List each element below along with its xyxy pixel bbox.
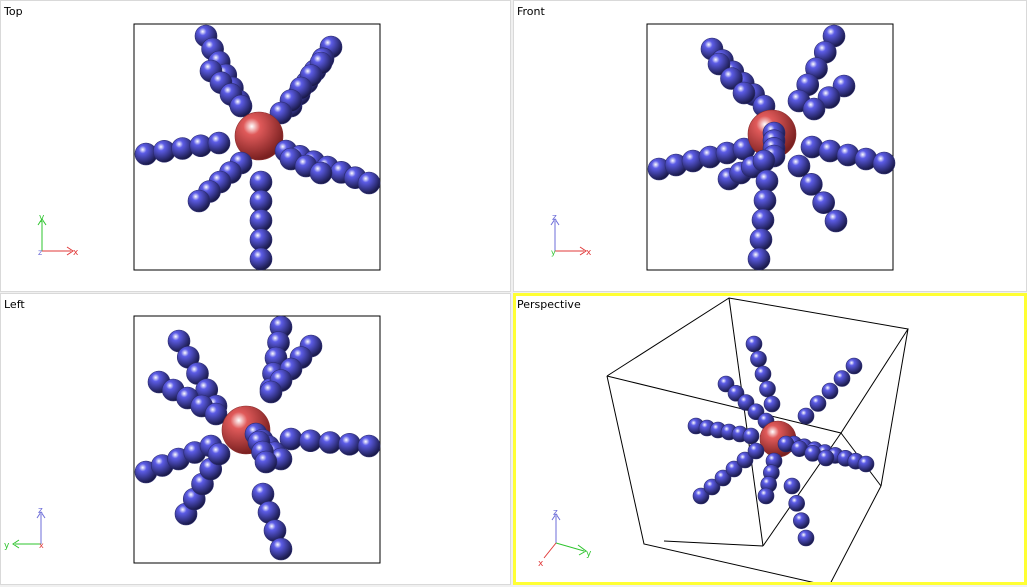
svg-text:z: z: [553, 508, 558, 518]
molecule: [647, 24, 896, 271]
viewport-top[interactable]: Top y x z: [0, 0, 511, 292]
svg-text:y: y: [4, 541, 10, 551]
atom: [787, 154, 811, 178]
axis-gizmo-icon: z x y: [550, 213, 592, 258]
atom: [338, 432, 361, 456]
svg-text:x: x: [39, 541, 44, 550]
svg-text:x: x: [586, 248, 592, 258]
viewport-perspective[interactable]: Perspective z y x: [513, 293, 1027, 585]
atom: [755, 169, 779, 193]
atom: [749, 228, 773, 251]
atom: [750, 350, 767, 368]
atom: [318, 431, 342, 454]
atom: [299, 429, 322, 453]
atom: [269, 537, 293, 561]
atom: [751, 208, 775, 232]
atom: [797, 529, 815, 547]
svg-text:x: x: [73, 248, 79, 258]
atom: [254, 450, 278, 474]
atom: [821, 382, 839, 400]
atom: [249, 170, 273, 194]
svg-text:z: z: [38, 506, 43, 516]
atom: [788, 495, 805, 512]
molecule: [134, 315, 381, 561]
atom: [757, 487, 775, 505]
atom: [812, 191, 835, 214]
axis-gizmo-icon: y x z: [37, 213, 79, 258]
svg-text:y: y: [39, 213, 45, 223]
atom: [249, 209, 273, 232]
atom: [833, 370, 851, 387]
atom: [763, 395, 781, 413]
atom: [793, 512, 810, 529]
atom: [824, 209, 848, 233]
svg-text:y: y: [586, 549, 592, 559]
atom: [249, 228, 273, 252]
atom: [742, 427, 760, 445]
atom: [357, 434, 381, 458]
axis-gizmo-icon: z y x: [4, 506, 46, 551]
atom: [249, 247, 273, 271]
atom: [207, 131, 231, 155]
svg-text:z: z: [552, 213, 557, 223]
svg-text:x: x: [538, 559, 544, 568]
atom: [845, 357, 863, 375]
atom: [857, 455, 875, 473]
atom: [309, 161, 333, 185]
molecule: [687, 335, 875, 547]
atom: [759, 380, 776, 398]
atom: [187, 189, 211, 213]
atom: [809, 395, 827, 412]
axis-gizmo-icon: z y x: [538, 508, 592, 568]
atom: [797, 407, 815, 425]
molecule: [134, 24, 381, 271]
atom: [817, 449, 835, 467]
svg-text:z: z: [38, 248, 42, 257]
atom: [752, 149, 776, 173]
atom: [747, 442, 765, 460]
atom: [754, 365, 772, 383]
atom: [259, 380, 283, 404]
atom: [249, 189, 273, 213]
atom: [753, 189, 777, 212]
atom: [732, 81, 756, 105]
atom: [357, 171, 381, 195]
atom: [800, 173, 823, 196]
atom: [872, 151, 896, 175]
atom: [745, 335, 763, 353]
atom: [207, 442, 231, 466]
atom: [229, 94, 253, 118]
svg-text:y: y: [551, 248, 556, 257]
atom: [747, 247, 771, 271]
atom: [783, 477, 801, 495]
atom: [802, 97, 826, 121]
viewport-scene: [133, 315, 381, 564]
viewport-left[interactable]: Left z y x: [0, 293, 511, 585]
viewport-front[interactable]: Front z x y: [513, 0, 1027, 292]
